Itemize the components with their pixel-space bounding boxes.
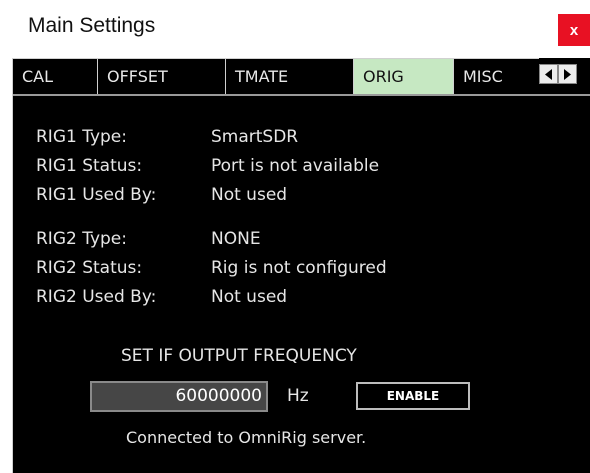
- connection-status: Connected to OmniRig server.: [126, 428, 367, 447]
- frequency-unit-label: Hz: [287, 386, 309, 406]
- arrow-left-icon: [545, 68, 552, 80]
- rig1-used-by-label: RIG1 Used By:: [36, 185, 157, 205]
- tab-offset[interactable]: OFFSET: [97, 58, 225, 94]
- rig2-used-by-label: RIG2 Used By:: [36, 287, 157, 307]
- rig1-type-label: RIG1 Type:: [36, 127, 127, 147]
- rig1-used-by-value: Not used: [211, 185, 288, 205]
- arrow-right-icon: [564, 68, 571, 80]
- rig2-type-value: NONE: [211, 229, 261, 249]
- rig1-status-value: Port is not available: [211, 156, 380, 176]
- tab-scroll-right-button[interactable]: [558, 64, 577, 84]
- settings-panel: CAL OFFSET TMATE ORIG MISC RIG1 Type: Sm…: [12, 58, 590, 473]
- tab-scroll-left-button[interactable]: [539, 64, 558, 84]
- title-bar: Main Settings x: [0, 0, 590, 58]
- rig2-type-label: RIG2 Type:: [36, 229, 127, 249]
- rig2-used-by-value: Not used: [211, 287, 288, 307]
- rig1-type-value: SmartSDR: [211, 127, 299, 147]
- tab-orig[interactable]: ORIG: [353, 58, 453, 94]
- rig2-status-label: RIG2 Status:: [36, 258, 143, 278]
- tab-strip: CAL OFFSET TMATE ORIG MISC: [13, 58, 590, 96]
- enable-button[interactable]: ENABLE: [356, 382, 470, 410]
- rig1-status-label: RIG1 Status:: [36, 156, 143, 176]
- tab-scroll-arrows: [539, 64, 577, 84]
- if-frequency-input[interactable]: 60000000: [90, 381, 268, 412]
- if-output-heading: SET IF OUTPUT FREQUENCY: [121, 346, 357, 366]
- tab-cal[interactable]: CAL: [13, 58, 97, 94]
- rig2-status-value: Rig is not configured: [211, 258, 387, 278]
- tab-misc[interactable]: MISC: [453, 58, 539, 94]
- window-title: Main Settings: [28, 14, 156, 37]
- tab-tmate[interactable]: TMATE: [225, 58, 353, 94]
- close-button[interactable]: x: [558, 14, 590, 46]
